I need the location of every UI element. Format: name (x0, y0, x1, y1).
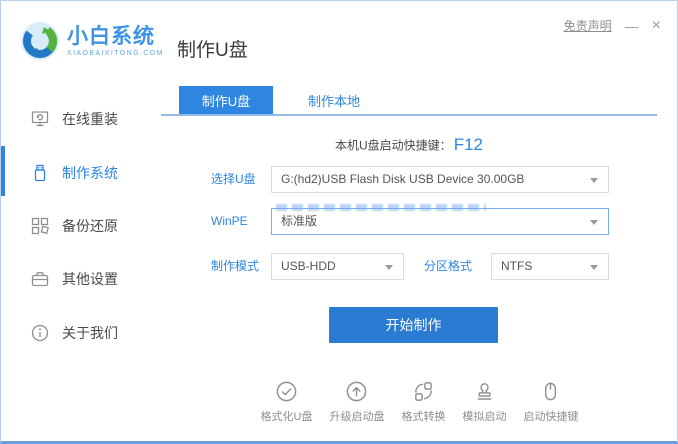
partition-select-label: 分区格式 (424, 259, 473, 273)
tool-format-usb[interactable]: 格式化U盘 (260, 380, 313, 424)
logo-title: 小白系统 (67, 24, 155, 48)
active-item-accent-bar (1, 146, 5, 196)
window-controls: 免责声明 — × (564, 17, 661, 34)
sidebar-item-online-reinstall[interactable]: 在线重装 (31, 107, 118, 131)
boot-hotkey-label: 本机U盘启动快捷键： (335, 138, 452, 153)
sidebar-item-other-settings[interactable]: 其他设置 (31, 267, 118, 291)
winpe-select[interactable]: 标准版 (271, 204, 609, 235)
info-circle-icon (31, 324, 49, 342)
tool-label: 升级启动盘 (329, 411, 385, 423)
partition-select[interactable]: NTFS (491, 253, 609, 280)
usb-select-label: 选择U盘 (211, 172, 256, 186)
chevron-down-icon (385, 264, 393, 270)
tool-simulate-boot[interactable]: 模拟启动 (462, 380, 506, 424)
boot-hotkey-line: 本机U盘启动快捷键： F12 (161, 135, 657, 155)
tool-label: 启动快捷键 (523, 411, 579, 423)
boot-hotkey-value: F12 (453, 135, 483, 154)
monitor-reinstall-icon (31, 110, 49, 128)
check-circle-icon (276, 381, 297, 402)
mouse-icon (545, 382, 557, 401)
sidebar-item-label: 备份还原 (62, 218, 118, 234)
briefcase-icon (31, 270, 49, 288)
tool-boot-hotkey[interactable]: 启动快捷键 (523, 380, 578, 424)
tab-make-usb[interactable]: 制作U盘 (179, 86, 273, 114)
app-window: 小白系统 XIAOBAIXITONG.COM 制作U盘 免责声明 — × 在线重… (0, 0, 678, 444)
tool-upgrade-boot-disk[interactable]: 升级启动盘 (329, 380, 384, 424)
page-title: 制作U盘 (177, 40, 248, 61)
sidebar-item-label: 在线重装 (62, 111, 118, 127)
chevron-down-icon (590, 219, 598, 225)
chevron-down-icon (590, 264, 598, 270)
mode-select-value: USB-HDD (281, 259, 336, 273)
backup-grid-icon (31, 217, 49, 235)
bottom-toolbar: 格式化U盘 升级启动盘 格式转换 模拟启动 启动快捷键 (161, 380, 677, 424)
disclaimer-link[interactable]: 免责声明 (564, 17, 612, 34)
usb-drive-icon (31, 164, 49, 182)
sidebar-item-label: 制作系统 (62, 165, 118, 181)
sidebar-item-label: 其他设置 (62, 271, 118, 287)
usb-select-value: G:(hd2)USB Flash Disk USB Device 30.00GB (281, 172, 525, 186)
start-make-button[interactable]: 开始制作 (329, 307, 498, 343)
sidebar-item-about-us[interactable]: 关于我们 (31, 321, 118, 345)
convert-icon (415, 382, 432, 401)
tool-label: 格式转换 (401, 411, 446, 423)
tool-format-convert[interactable]: 格式转换 (401, 380, 445, 424)
usb-select[interactable]: G:(hd2)USB Flash Disk USB Device 30.00GB (271, 166, 609, 193)
close-button[interactable]: × (652, 17, 661, 33)
stamp-icon (477, 383, 492, 400)
partition-select-value: NTFS (501, 259, 533, 273)
tab-bar: 制作U盘 制作本地 (161, 86, 657, 116)
winpe-select-label: WinPE (211, 214, 248, 228)
chevron-down-icon (590, 177, 598, 183)
tool-label: 模拟启动 (462, 411, 507, 423)
tool-label: 格式化U盘 (260, 411, 313, 423)
sidebar-item-backup-restore[interactable]: 备份还原 (31, 214, 118, 238)
logo-subtitle: XIAOBAIXITONG.COM (67, 49, 164, 57)
app-logo: 小白系统 XIAOBAIXITONG.COM (20, 21, 164, 61)
logo-swirl-icon (21, 22, 59, 60)
mode-select[interactable]: USB-HDD (271, 253, 404, 280)
arrow-up-circle-icon (347, 381, 367, 402)
tab-underline (161, 114, 657, 116)
sidebar-item-make-system[interactable]: 制作系统 (31, 161, 118, 185)
minimize-button[interactable]: — (625, 19, 639, 33)
main-content: 制作U盘 制作本地 本机U盘启动快捷键： F12 选择U盘 G:(hd2)USB … (161, 86, 677, 441)
logo-text: 小白系统 XIAOBAIXITONG.COM (67, 24, 164, 57)
sidebar-item-label: 关于我们 (62, 325, 118, 341)
sidebar: 在线重装 制作系统 备份还原 其他设置 关于我们 (1, 86, 161, 441)
header: 小白系统 XIAOBAIXITONG.COM 制作U盘 免责声明 — × (1, 1, 677, 86)
mode-select-label: 制作模式 (211, 259, 260, 273)
winpe-select-value: 标准版 (281, 214, 318, 228)
tab-make-local[interactable]: 制作本地 (291, 86, 377, 114)
